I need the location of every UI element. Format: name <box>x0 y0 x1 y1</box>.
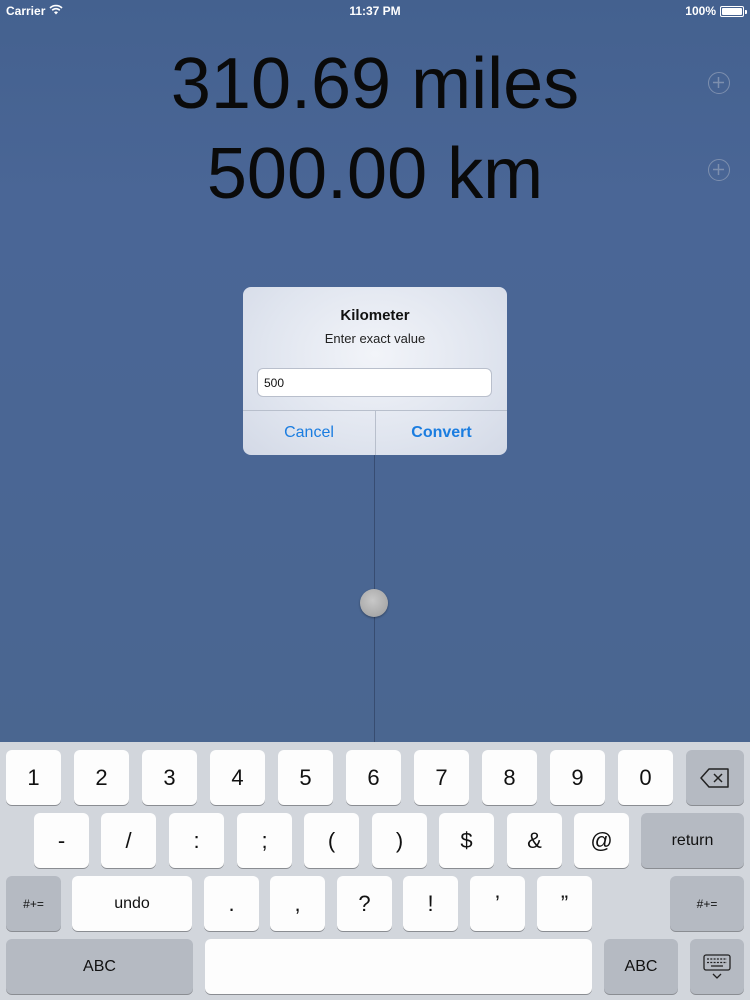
key-open-paren[interactable]: ( <box>304 813 359 868</box>
key-7[interactable]: 7 <box>414 750 469 805</box>
key-8[interactable]: 8 <box>482 750 537 805</box>
key-0[interactable]: 0 <box>618 750 673 805</box>
alert-message: Enter exact value <box>324 331 426 346</box>
key-apostrophe[interactable]: ’ <box>470 876 525 931</box>
dismiss-keyboard-key[interactable] <box>690 939 744 994</box>
alert-title: Kilometer <box>340 307 410 324</box>
status-bar: Carrier 11:37 PM 100% <box>0 0 750 22</box>
cancel-button[interactable]: Cancel <box>243 411 375 455</box>
return-key[interactable]: return <box>641 813 744 868</box>
key-3[interactable]: 3 <box>142 750 197 805</box>
keyboard-dismiss-icon <box>703 953 731 979</box>
key-at[interactable]: @ <box>574 813 629 868</box>
shift-symbols-key-left[interactable]: #+= <box>6 876 61 931</box>
status-time: 11:37 PM <box>349 4 401 18</box>
battery-fill <box>722 7 742 15</box>
key-colon[interactable]: : <box>169 813 224 868</box>
km-value[interactable]: 500.00 km <box>0 138 750 210</box>
backspace-icon <box>700 767 729 788</box>
key-hyphen[interactable]: - <box>34 813 89 868</box>
undo-key[interactable]: undo <box>72 876 192 931</box>
key-exclamation[interactable]: ! <box>403 876 458 931</box>
keyboard: 1 2 3 4 5 6 7 8 9 0 - / : ; ( ) $ & @ re… <box>0 742 750 1000</box>
key-question[interactable]: ? <box>337 876 392 931</box>
delete-key[interactable] <box>686 750 744 805</box>
key-dollar[interactable]: $ <box>439 813 494 868</box>
plus-icon <box>713 164 724 175</box>
key-semicolon[interactable]: ; <box>237 813 292 868</box>
key-comma[interactable]: , <box>270 876 325 931</box>
value-input[interactable] <box>257 368 492 397</box>
abc-key-right[interactable]: ABC <box>604 939 678 994</box>
plus-icon <box>713 77 724 88</box>
battery-percent: 100% <box>685 4 716 18</box>
key-slash[interactable]: / <box>101 813 156 868</box>
shift-symbols-key-right[interactable]: #+= <box>670 876 744 931</box>
key-9[interactable]: 9 <box>550 750 605 805</box>
convert-button[interactable]: Convert <box>376 411 507 455</box>
alert-dialog: Kilometer Enter exact value Cancel Conve… <box>243 287 507 455</box>
key-4[interactable]: 4 <box>210 750 265 805</box>
add-km-button[interactable] <box>708 159 730 181</box>
battery-icon <box>720 5 747 17</box>
key-1[interactable]: 1 <box>6 750 61 805</box>
key-ampersand[interactable]: & <box>507 813 562 868</box>
key-period[interactable]: . <box>204 876 259 931</box>
status-right: 100% <box>685 4 747 18</box>
key-close-paren[interactable]: ) <box>372 813 427 868</box>
value-slider-thumb[interactable] <box>360 589 388 617</box>
key-6[interactable]: 6 <box>346 750 401 805</box>
key-2[interactable]: 2 <box>74 750 129 805</box>
space-key[interactable] <box>205 939 592 994</box>
key-5[interactable]: 5 <box>278 750 333 805</box>
add-miles-button[interactable] <box>708 72 730 94</box>
abc-key-left[interactable]: ABC <box>6 939 193 994</box>
key-quote[interactable]: ” <box>537 876 592 931</box>
miles-value[interactable]: 310.69 miles <box>0 48 750 120</box>
